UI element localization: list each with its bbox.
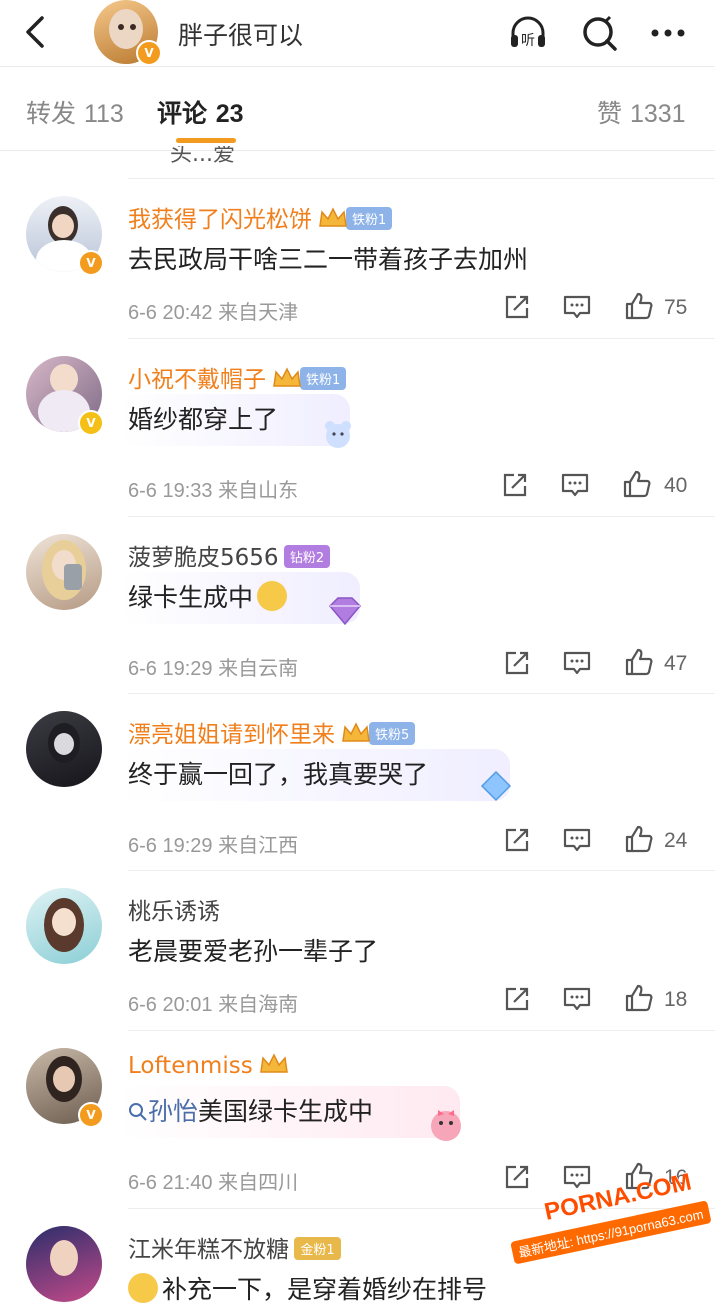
like-count: 75 (664, 296, 688, 319)
more-icon[interactable] (648, 13, 688, 53)
commenter-name[interactable]: Loftenmiss (128, 1052, 289, 1079)
tab-reposts[interactable]: 转发 113 (26, 94, 124, 130)
topic-search-link[interactable]: 孙怡 (128, 1097, 198, 1126)
search-icon[interactable] (580, 13, 620, 53)
like-count: 24 (664, 829, 688, 852)
verified-badge-icon: V (136, 40, 162, 66)
comment-text: 去民政局干啥三二一带着孩子去加州 (128, 245, 529, 274)
share-icon[interactable] (502, 984, 532, 1014)
listen-headphones-icon[interactable]: 听 (508, 13, 548, 53)
share-icon[interactable] (500, 470, 530, 500)
comment-meta: 6-6 19:29 来自江西 (128, 833, 299, 857)
commenter-avatar[interactable] (26, 888, 102, 964)
like-thumb-icon[interactable] (624, 291, 654, 321)
active-tab-indicator (176, 138, 236, 143)
verified-badge-icon: V (78, 410, 104, 436)
tab-likes[interactable]: 赞 1331 (597, 94, 686, 130)
commenter-name[interactable]: 小祝不戴帽子 铁粉1 (128, 360, 347, 394)
share-icon[interactable] (502, 292, 532, 322)
share-icon[interactable] (502, 825, 532, 855)
fan-badge: 金粉1 (294, 1237, 341, 1260)
back-arrow-icon[interactable] (18, 14, 52, 50)
reply-icon[interactable] (562, 984, 592, 1014)
commenter-avatar[interactable] (26, 534, 102, 610)
reply-icon[interactable] (562, 825, 592, 855)
reply-icon[interactable] (562, 292, 592, 322)
comment-text: 孙怡美国绿卡生成中 (128, 1092, 373, 1128)
commenter-name[interactable]: 我获得了闪光松饼 铁粉1 (128, 200, 393, 234)
commenter-name[interactable]: 桃乐诱诱 (128, 892, 220, 926)
diamond-sticker-icon (328, 597, 362, 626)
share-icon[interactable] (502, 648, 532, 678)
like-count: 47 (664, 652, 688, 675)
crying-emoji-icon (257, 581, 288, 611)
crown-icon (318, 206, 348, 230)
crown-icon (341, 721, 371, 745)
commenter-name[interactable]: 菠萝脆皮5656 钻粉2 (128, 538, 331, 572)
comment-text: 绿卡生成中 (128, 578, 288, 614)
reply-icon[interactable] (562, 648, 592, 678)
verified-badge-icon: V (78, 1102, 104, 1128)
reply-icon[interactable] (560, 470, 590, 500)
comment-text: 婚纱都穿上了 (128, 405, 279, 434)
like-count: 18 (664, 988, 688, 1011)
commenter-name[interactable]: 江米年糕不放糖 金粉1 (128, 1230, 341, 1264)
search-icon (129, 1103, 147, 1121)
crown-icon (259, 1052, 289, 1076)
tab-comments[interactable]: 评论 23 (157, 94, 244, 130)
commenter-avatar[interactable] (26, 711, 102, 787)
commenter-name[interactable]: 漂亮姐姐请到怀里来 铁粉5 (128, 715, 416, 749)
cartoon-bear-sticker-icon (325, 421, 351, 448)
comment-meta: 6-6 19:29 来自云南 (128, 656, 299, 680)
comment-text: 补充一下，是穿着婚纱在排号 (128, 1270, 487, 1306)
blue-diamond-sticker-icon (480, 770, 512, 802)
like-thumb-icon[interactable] (624, 983, 654, 1013)
fan-badge: 铁粉5 (369, 722, 416, 745)
comment-text: 终于赢一回了，我真要哭了 (128, 760, 429, 789)
fan-badge: 钻粉2 (283, 545, 331, 568)
comment-meta: 6-6 21:40 来自四川 (128, 1170, 299, 1194)
emoji-icon (128, 1273, 158, 1303)
tab-bar: 转发 113 评论 23 赞 1331 (0, 74, 715, 151)
share-icon[interactable] (502, 1162, 532, 1192)
listen-label: 听 (521, 33, 535, 49)
pink-beaver-sticker-icon (431, 1110, 461, 1141)
like-thumb-icon[interactable] (624, 647, 654, 677)
crown-icon (272, 366, 302, 390)
comment-text: 老晨要爱老孙一辈子了 (128, 937, 379, 966)
comment-meta: 6-6 19:33 来自山东 (128, 478, 299, 502)
fan-badge: 铁粉1 (346, 207, 393, 230)
fan-badge: 铁粉1 (300, 367, 347, 390)
commenter-avatar[interactable] (26, 1226, 102, 1302)
comment-meta: 6-6 20:01 来自海南 (128, 992, 299, 1016)
comment-meta: 6-6 20:42 来自天津 (128, 300, 299, 324)
author-name[interactable]: 胖子很可以 (178, 16, 303, 52)
top-bar: V 胖子很可以 听 (0, 0, 715, 67)
like-count: 40 (664, 474, 688, 497)
verified-badge-icon: V (78, 250, 104, 276)
like-thumb-icon[interactable] (624, 824, 654, 854)
like-thumb-icon[interactable] (622, 469, 652, 499)
